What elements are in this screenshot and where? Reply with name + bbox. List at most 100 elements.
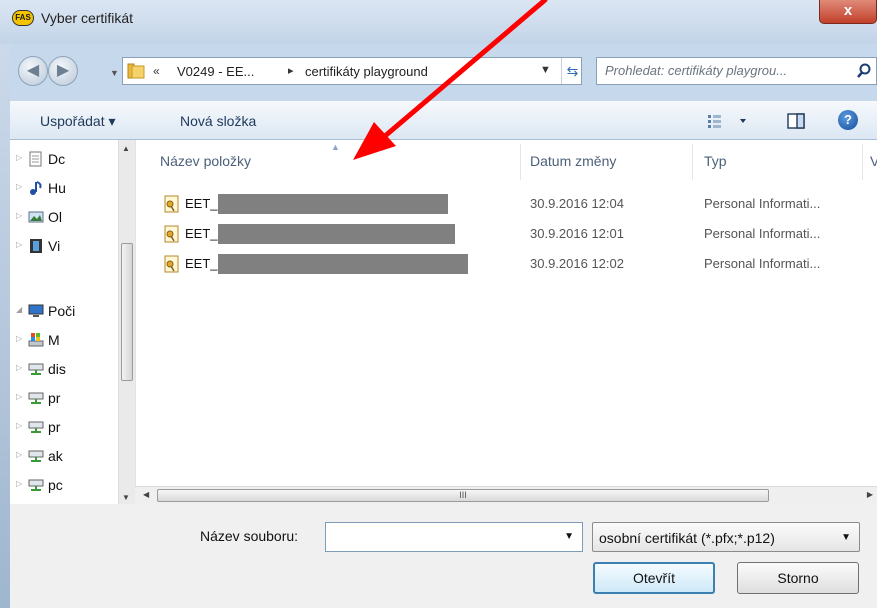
nav-item-label: M [48, 332, 60, 348]
navigation-pane: ▷ Dc ▷ Hu ▷ Ol ▷ Vi ◢ Poči ▷ M ▷ dis ▷ p… [10, 140, 135, 506]
breadcrumb-segment-current[interactable]: certifikáty playground [305, 64, 428, 79]
breadcrumb-separator-icon[interactable]: ▸ [288, 64, 294, 77]
nav-item-label: ak [48, 448, 63, 464]
back-button[interactable]: ◀ [18, 56, 48, 86]
documents-icon [29, 151, 42, 167]
change-view-icon[interactable] [706, 111, 758, 131]
breadcrumb-overflow-chevrons[interactable]: « [153, 64, 160, 78]
preview-pane-icon[interactable] [786, 111, 806, 131]
nav-item-network-drive[interactable]: ▷ pr [10, 387, 118, 409]
network-drive-icon [28, 363, 44, 375]
nav-item-label: pr [48, 390, 61, 406]
title-bar[interactable]: FAS Vyber certifikát x [0, 0, 877, 44]
nav-item-videos[interactable]: ▷ Vi [10, 235, 118, 257]
address-dropdown-icon[interactable]: ▼ [540, 64, 551, 76]
expand-icon[interactable]: ▷ [16, 211, 22, 220]
nav-item-label: Hu [48, 180, 66, 196]
scroll-down-icon[interactable]: ▼ [122, 493, 130, 502]
dialog-footer: Název souboru: ▼ osobní certifikát (*.pf… [10, 504, 877, 608]
expand-icon[interactable]: ▷ [16, 392, 22, 401]
open-button[interactable]: Otevřít [593, 562, 715, 594]
refresh-button[interactable]: ⇆ [561, 58, 583, 84]
file-date: 30.9.2016 12:01 [530, 226, 624, 241]
collapse-icon[interactable]: ◢ [16, 305, 22, 314]
close-button[interactable]: x [819, 0, 877, 24]
redaction-bar [218, 194, 448, 214]
nav-item-label: dis [48, 361, 66, 377]
nav-item-computer[interactable]: ◢ Poči [10, 300, 118, 322]
sort-ascending-icon: ▲ [331, 142, 340, 152]
filename-combobox[interactable]: ▼ [325, 522, 583, 552]
expand-icon[interactable]: ▷ [16, 450, 22, 459]
nav-item-label: Poči [48, 303, 76, 319]
nav-item-network-drive[interactable]: ▷ pc [10, 474, 118, 496]
scroll-right-icon[interactable]: ▶ [867, 490, 873, 499]
organize-button[interactable]: Uspořádat ▾ [40, 113, 116, 130]
folder-icon [127, 63, 145, 79]
new-folder-button[interactable]: Nová složka [180, 113, 256, 129]
search-input[interactable] [605, 63, 845, 78]
command-toolbar: Uspořádat ▾ Nová složka ? [10, 100, 877, 140]
nav-item-network-drive[interactable]: ▷ ak [10, 445, 118, 467]
nav-pane-scrollbar[interactable]: ▲ ▼ [118, 140, 135, 506]
expand-icon[interactable]: ▷ [16, 421, 22, 430]
column-header-type[interactable]: Typ [704, 140, 727, 182]
chevron-down-icon[interactable]: ▼ [564, 531, 574, 542]
app-logo: FAS [12, 10, 34, 26]
expand-icon[interactable]: ▷ [16, 479, 22, 488]
column-divider[interactable] [520, 144, 521, 180]
expand-icon[interactable]: ▷ [16, 153, 22, 162]
expand-icon[interactable]: ▷ [16, 182, 22, 191]
address-row: ◀ ▶ ▼ « V0249 - EE... ▸ certifikáty play… [10, 48, 877, 100]
nav-item-network-drive[interactable]: ▷ pr [10, 416, 118, 438]
column-divider[interactable] [692, 144, 693, 180]
recent-locations-dropdown[interactable]: ▼ [110, 68, 120, 78]
network-drive-icon [28, 392, 44, 404]
file-type-filter-select[interactable]: osobní certifikát (*.pfx;*.p12) ▼ [592, 522, 860, 552]
back-arrow-icon: ◀ [26, 62, 40, 79]
forward-button[interactable]: ▶ [48, 56, 78, 86]
expand-icon[interactable]: ▷ [16, 334, 22, 343]
help-icon[interactable]: ? [838, 110, 858, 130]
table-row[interactable]: EET_ 30.9.2016 12:01 Personal Informati.… [136, 223, 877, 245]
refresh-icon: ⇆ [566, 63, 579, 79]
nav-item-network-drive[interactable]: ▷ dis [10, 358, 118, 380]
forward-arrow-icon: ▶ [56, 62, 70, 79]
network-drive-icon [28, 450, 44, 462]
column-header-size[interactable]: V [870, 140, 877, 182]
table-row[interactable]: EET_ 30.9.2016 12:04 Personal Informati.… [136, 193, 877, 215]
file-dialog-window: FAS Vyber certifikát x ◀ ▶ ▼ « V0249 - E… [0, 0, 877, 608]
file-type: Personal Informati... [704, 226, 821, 241]
horizontal-scrollbar[interactable]: ◀ III ▶ [135, 486, 877, 504]
videos-icon [30, 239, 42, 253]
expand-icon[interactable]: ▷ [16, 363, 22, 372]
nav-item-music[interactable]: ▷ Hu [10, 177, 118, 199]
window-title: Vyber certifikát [41, 10, 134, 26]
column-header-name[interactable]: Název položky [160, 140, 251, 182]
scrollbar-thumb[interactable] [121, 243, 133, 381]
pictures-icon [28, 211, 44, 223]
search-box[interactable] [596, 57, 877, 85]
nav-item-documents[interactable]: ▷ Dc [10, 148, 118, 170]
network-drive-icon [28, 421, 44, 433]
chevron-down-icon[interactable]: ▼ [841, 532, 851, 543]
column-divider[interactable] [862, 144, 863, 180]
search-icon[interactable] [856, 63, 872, 79]
table-row[interactable]: EET_ 30.9.2016 12:02 Personal Informati.… [136, 253, 877, 275]
file-name: EET_ [185, 256, 218, 271]
filename-input[interactable] [330, 529, 552, 544]
file-type: Personal Informati... [704, 256, 821, 271]
file-name: EET_ [185, 196, 218, 211]
breadcrumb-segment-parent[interactable]: V0249 - EE... [177, 64, 254, 79]
scrollbar-thumb[interactable]: III [157, 489, 769, 502]
column-header-date[interactable]: Datum změny [530, 140, 616, 182]
nav-item-pictures[interactable]: ▷ Ol [10, 206, 118, 228]
cancel-button[interactable]: Storno [737, 562, 859, 594]
expand-icon[interactable]: ▷ [16, 240, 22, 249]
nav-item-label: Dc [48, 151, 66, 167]
file-date: 30.9.2016 12:02 [530, 256, 624, 271]
nav-item-system-drive[interactable]: ▷ M [10, 329, 118, 351]
scroll-up-icon[interactable]: ▲ [122, 144, 130, 153]
scroll-left-icon[interactable]: ◀ [143, 490, 149, 499]
breadcrumb[interactable]: « V0249 - EE... ▸ certifikáty playground… [122, 57, 582, 85]
